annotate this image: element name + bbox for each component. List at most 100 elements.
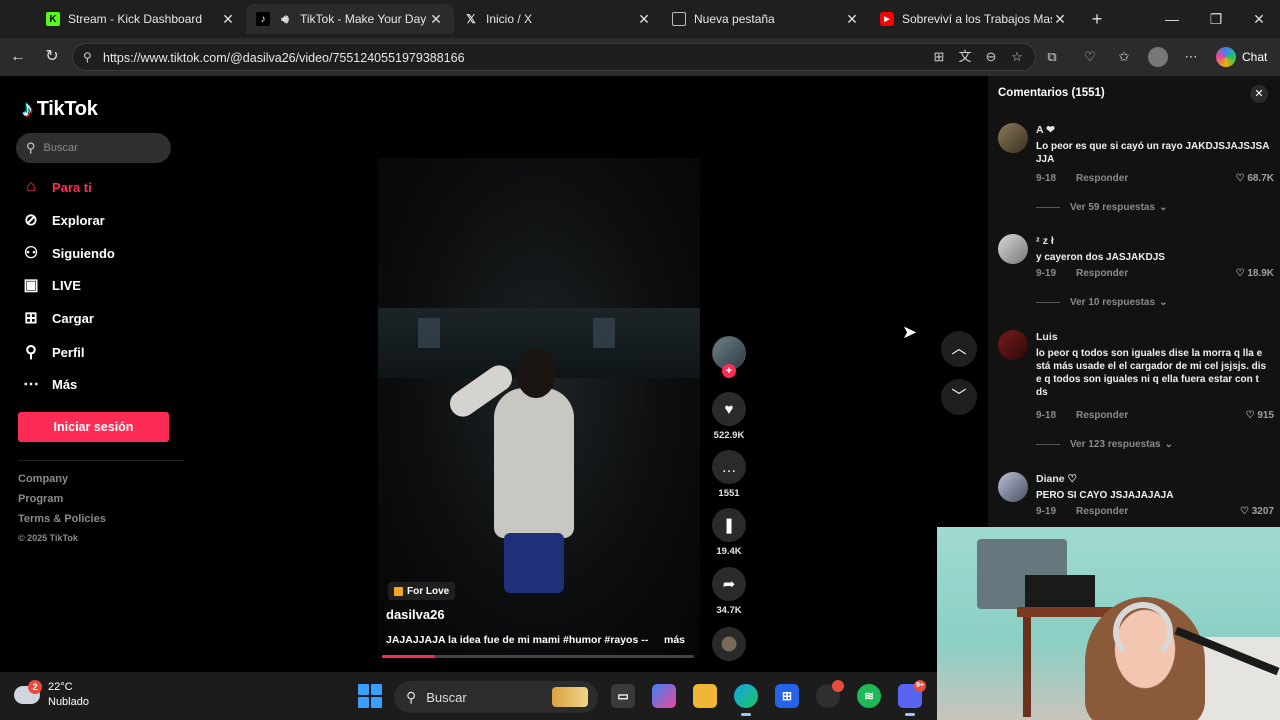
store-icon[interactable]: ⊞ — [775, 684, 799, 708]
tab-tiktok[interactable]: ♪ 🔊︎ TikTok - Make Your Day ✕ — [246, 4, 454, 34]
address-bar[interactable]: ⚲ https://www.tiktok.com/@dasilva26/vide… — [72, 43, 1036, 71]
avatar[interactable] — [998, 330, 1028, 360]
close-comments-button[interactable]: ✕ — [1250, 85, 1268, 103]
close-tab-icon[interactable]: ✕ — [220, 11, 236, 28]
comment-action[interactable]: … 1551 — [710, 450, 748, 499]
previous-video-button[interactable]: ︿ — [941, 331, 977, 367]
reply-button[interactable]: Responder — [1076, 506, 1128, 517]
extensions-icon[interactable]: ⧉ — [1042, 47, 1062, 67]
caption-more-link[interactable]: más — [664, 634, 685, 646]
comment-item: Luis lo peor q todos son iguales dise la… — [998, 330, 1274, 460]
footer-company-link[interactable]: Company — [18, 473, 68, 485]
weather-widget[interactable]: 2 22°C Nublado — [14, 680, 89, 710]
profile-avatar-icon[interactable] — [1148, 47, 1168, 67]
comment-item: ᶻ z ł y cayeron dos JASJAKDJS 9-19 Respo… — [998, 234, 1274, 314]
site-info-icon[interactable]: ⚲ — [83, 50, 92, 64]
reload-button[interactable]: ↻ — [41, 46, 63, 68]
nav-label: LIVE — [52, 277, 81, 293]
edge-browser-icon[interactable] — [734, 684, 758, 716]
nav-perfil[interactable]: ⚲ Perfil — [20, 341, 84, 363]
follow-plus-icon[interactable]: + — [722, 364, 736, 378]
close-tab-icon[interactable]: ✕ — [844, 11, 860, 28]
task-view-icon[interactable]: ▭ — [611, 684, 635, 708]
obs-icon[interactable] — [816, 680, 844, 708]
taskbar-search[interactable]: ⚲ Buscar — [394, 681, 598, 713]
comment-date: 9-18 — [1036, 173, 1057, 184]
reply-button[interactable]: Responder — [1076, 173, 1128, 184]
save-action[interactable]: ❚ 19.4K — [710, 508, 748, 557]
video-author[interactable]: dasilva26 — [386, 607, 445, 622]
app-available-icon[interactable]: ⊞ — [929, 47, 949, 67]
following-icon: ⚇ — [23, 245, 39, 262]
video-progress-fill — [382, 655, 436, 658]
like-action[interactable]: ♥ 522.9K — [710, 392, 748, 441]
favorites-icon[interactable]: ✩ — [1114, 47, 1134, 67]
comment-user[interactable]: Diane ♡ — [1036, 473, 1077, 485]
comment-like-button[interactable]: ♡ 68.7K — [1236, 173, 1274, 184]
tab-x[interactable]: 𝕏 Inicio / X ✕ — [454, 4, 662, 34]
tab-youtube[interactable]: ▶ Sobreviví a los Trabajos Mas Pe ✕ — [870, 4, 1078, 34]
login-button[interactable]: Iniciar sesión — [18, 412, 169, 442]
reply-button[interactable]: Responder — [1076, 268, 1128, 279]
view-replies-button[interactable]: Ver 59 respuestas ⌄ — [1036, 202, 1167, 213]
chat-label: Chat — [1242, 50, 1268, 64]
tiktok-page: ♪ TikTok ⚲ Buscar ⌂ Para ti ⊘ Explorar ⚇… — [0, 76, 988, 672]
discord-icon[interactable]: 9+ — [898, 680, 926, 716]
close-tab-icon[interactable]: ✕ — [1052, 11, 1068, 28]
comment-user[interactable]: Luis — [1036, 331, 1058, 343]
start-button[interactable] — [358, 684, 382, 708]
video-progress-bar[interactable] — [382, 655, 694, 658]
avatar[interactable] — [998, 123, 1028, 153]
nav-mas[interactable]: ⋯ Más — [20, 373, 77, 395]
tab-label: Sobreviví a los Trabajos Mas Pe — [902, 12, 1052, 26]
browser-essentials-icon[interactable]: ♡ — [1080, 47, 1100, 67]
comment-user[interactable]: ᶻ z ł — [1036, 235, 1054, 247]
share-action[interactable]: ➦ 34.7K — [710, 567, 748, 616]
avatar[interactable] — [998, 234, 1028, 264]
comment-like-button[interactable]: ♡ 915 — [1246, 410, 1274, 421]
close-window-button[interactable]: ✕ — [1247, 8, 1271, 30]
video-window — [418, 318, 440, 348]
comment-like-button[interactable]: ♡ 3207 — [1240, 506, 1274, 517]
nav-siguiendo[interactable]: ⚇ Siguiendo — [20, 242, 115, 264]
search-input[interactable]: ⚲ Buscar — [16, 133, 171, 163]
nav-cargar[interactable]: ⊞ Cargar — [20, 307, 94, 329]
footer-program-link[interactable]: Program — [18, 493, 63, 505]
avatar[interactable] — [998, 472, 1028, 502]
restore-button[interactable]: ❐ — [1204, 8, 1228, 30]
copilot-chat-button[interactable]: Chat — [1212, 44, 1275, 70]
spotify-icon[interactable]: ≋ — [857, 684, 881, 708]
nav-explorar[interactable]: ⊘ Explorar — [20, 209, 104, 231]
comment-text: lo peor q todos son iguales dise la morr… — [1036, 348, 1267, 398]
tiktok-logo[interactable]: ♪ TikTok — [22, 96, 98, 122]
view-replies-button[interactable]: Ver 10 respuestas ⌄ — [1036, 297, 1167, 308]
nav-para-ti[interactable]: ⌂ Para ti — [20, 176, 92, 198]
close-tab-icon[interactable]: ✕ — [636, 11, 652, 28]
copilot-app-icon[interactable] — [652, 684, 676, 708]
comment-like-button[interactable]: ♡ 18.9K — [1236, 268, 1274, 279]
like-count: 522.9K — [713, 430, 745, 441]
nav-live[interactable]: ▣ LIVE — [20, 274, 81, 296]
comment-user[interactable]: A ❤ — [1036, 124, 1055, 136]
tab-label: Nueva pestaña — [694, 12, 775, 26]
speaker-icon[interactable]: 🔊︎ — [278, 12, 292, 26]
close-tab-icon[interactable]: ✕ — [428, 11, 444, 28]
tab-new[interactable]: Nueva pestaña ✕ — [662, 4, 870, 34]
minimize-button[interactable]: — — [1160, 8, 1184, 30]
tab-kick[interactable]: K Stream - Kick Dashboard ✕ — [36, 4, 246, 34]
reply-button[interactable]: Responder — [1076, 410, 1128, 421]
search-highlight-icon — [552, 687, 588, 707]
zoom-icon[interactable]: ⊖ — [981, 47, 1001, 67]
file-explorer-icon[interactable] — [693, 684, 717, 708]
view-replies-button[interactable]: Ver 123 respuestas ⌄ — [1036, 439, 1173, 450]
translate-icon[interactable]: 文 — [955, 47, 975, 67]
new-tab-button[interactable]: + — [1085, 8, 1109, 30]
footer-terms-link[interactable]: Terms & Policies — [18, 513, 106, 525]
back-button[interactable]: ← — [7, 46, 29, 68]
favorite-star-icon[interactable]: ☆ — [1007, 47, 1027, 67]
menu-dots-icon[interactable]: ⋯ — [1181, 47, 1201, 67]
music-disc-icon[interactable] — [712, 627, 746, 661]
video-tag[interactable]: For Love — [388, 582, 456, 600]
next-video-button[interactable]: ﹀ — [941, 379, 977, 415]
webcam-overlay — [937, 527, 1280, 720]
